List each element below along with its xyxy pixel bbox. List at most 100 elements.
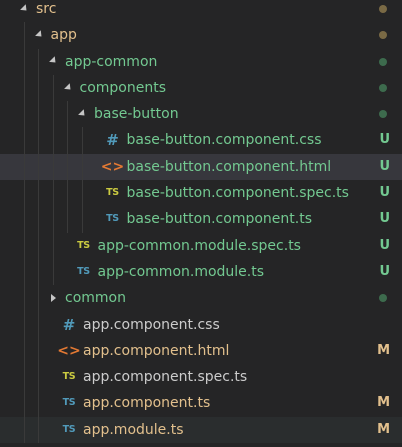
chevron-down-icon[interactable]: [61, 75, 75, 101]
indent-guide: [67, 180, 68, 207]
indent-guide: [81, 127, 83, 154]
file-row-app-component-css[interactable]: # app.component.css: [0, 311, 402, 338]
indent-guide: [38, 337, 39, 365]
chevron-down-icon[interactable]: [17, 0, 31, 22]
folder-row-app[interactable]: app: [0, 22, 402, 49]
folder-row-app-common[interactable]: app-common: [0, 48, 402, 75]
indent-guide: [23, 285, 25, 312]
change-indicator-dot-icon: [379, 5, 387, 13]
spec-ts-icon: TS: [77, 239, 90, 251]
indent-guide: [52, 153, 54, 181]
indent-guide: [23, 232, 25, 259]
file-row-app-common-module-spec-ts[interactable]: TS app-common.module.spec.ts U: [0, 232, 402, 259]
indent-guide: [52, 206, 54, 233]
untracked-badge: U: [379, 132, 390, 148]
indent-guide: [67, 206, 68, 233]
expanded-triangle-icon: [34, 30, 44, 40]
indent-guide: [23, 206, 25, 233]
indent-guide: [81, 153, 83, 181]
indent-guide: [38, 390, 39, 417]
indent-guide: [23, 153, 25, 181]
change-indicator-dot-icon: [379, 83, 387, 92]
file-row-app-component-ts[interactable]: TS app.component.ts M: [0, 390, 402, 417]
indent-guide: [52, 127, 54, 154]
change-indicator-dot-icon: [379, 294, 387, 303]
untracked-badge: U: [379, 237, 390, 253]
indent-guide: [38, 285, 39, 312]
indent-guide: [38, 206, 39, 233]
file-label: app.component.ts: [83, 395, 211, 412]
indent-guide: [38, 48, 39, 75]
folder-row-base-button[interactable]: base-button: [0, 101, 402, 128]
indent-guide: [23, 180, 25, 207]
indent-guide: [23, 258, 25, 286]
indent-guide: [38, 180, 39, 207]
indent-guide: [52, 101, 54, 128]
html-angle-icon: <>: [100, 158, 125, 175]
indent-guide: [23, 337, 25, 365]
indent-guide: [23, 311, 25, 338]
file-row-app-component-spec-ts[interactable]: TS app.component.spec.ts: [0, 364, 402, 391]
file-label: base-button.component.spec.ts: [126, 185, 349, 202]
folder-row-src[interactable]: src: [0, 0, 402, 22]
chevron-down-icon[interactable]: [32, 22, 46, 48]
expanded-triangle-icon: [78, 109, 88, 119]
indent-guide: [38, 364, 39, 391]
folder-row-common[interactable]: common: [0, 285, 402, 312]
indent-guide: [52, 258, 54, 286]
file-label: app-common.module.ts: [97, 263, 265, 280]
expanded-triangle-icon: [20, 3, 30, 14]
file-row-app-common-module-ts[interactable]: TS app-common.module.ts U: [0, 258, 402, 286]
untracked-badge: U: [379, 185, 390, 201]
file-row-base-button-component-html[interactable]: <> base-button.component.html U: [0, 153, 402, 181]
indent-guide: [38, 74, 39, 102]
folder-label: src: [36, 1, 57, 17]
indent-guide: [23, 101, 25, 128]
change-indicator-dot-icon: [379, 110, 387, 119]
modified-badge: M: [377, 395, 390, 411]
expanded-triangle-icon: [63, 82, 73, 92]
modified-badge: M: [377, 421, 390, 437]
indent-guide: [23, 390, 25, 417]
folder-label: app: [50, 27, 77, 44]
chevron-down-icon[interactable]: [75, 101, 89, 127]
spec-ts-icon: TS: [106, 187, 119, 199]
folder-label: components: [79, 79, 167, 96]
file-row-base-button-component-css[interactable]: # base-button.component.css U: [0, 127, 402, 154]
file-row-app-component-html[interactable]: <> app.component.html M: [0, 337, 402, 365]
css-hash-icon: #: [106, 131, 119, 150]
file-explorer-tree: src app app-common components base-button # ba…: [0, 0, 402, 444]
indent-guide: [38, 153, 39, 181]
indent-guide: [81, 206, 83, 233]
indent-guide: [52, 180, 54, 207]
folder-row-components[interactable]: components: [0, 74, 402, 102]
expanded-triangle-icon: [49, 56, 59, 66]
file-label: app.component.html: [83, 342, 230, 359]
indent-guide: [38, 311, 39, 338]
file-label: app-common.module.spec.ts: [97, 237, 301, 254]
indent-guide: [67, 127, 68, 154]
indent-guide: [23, 364, 25, 391]
indent-guide: [38, 101, 39, 128]
file-row-base-button-component-ts[interactable]: TS base-button.component.ts U: [0, 206, 402, 233]
html-angle-icon: <>: [57, 342, 81, 359]
chevron-down-icon[interactable]: [46, 49, 60, 75]
file-label: base-button.component.ts: [126, 211, 313, 228]
indent-guide: [67, 153, 68, 181]
indent-guide: [38, 416, 39, 444]
indent-guide: [23, 22, 25, 49]
folder-label: app-common: [65, 53, 158, 70]
file-row-app-module-ts[interactable]: TS app.module.ts M: [0, 416, 402, 444]
file-row-base-button-component-spec-ts[interactable]: TS base-button.component.spec.ts U: [0, 180, 402, 207]
indent-guide: [23, 48, 25, 75]
typescript-icon: TS: [62, 423, 76, 435]
indent-guide: [52, 74, 54, 102]
modified-badge: M: [377, 342, 390, 358]
chevron-right-icon[interactable]: [46, 285, 60, 311]
indent-guide: [23, 416, 25, 444]
change-indicator-dot-icon: [379, 57, 387, 66]
change-indicator-dot-icon: [379, 31, 387, 40]
file-label: base-button.component.html: [126, 158, 332, 175]
spec-ts-icon: TS: [62, 371, 76, 383]
untracked-badge: U: [379, 211, 390, 227]
